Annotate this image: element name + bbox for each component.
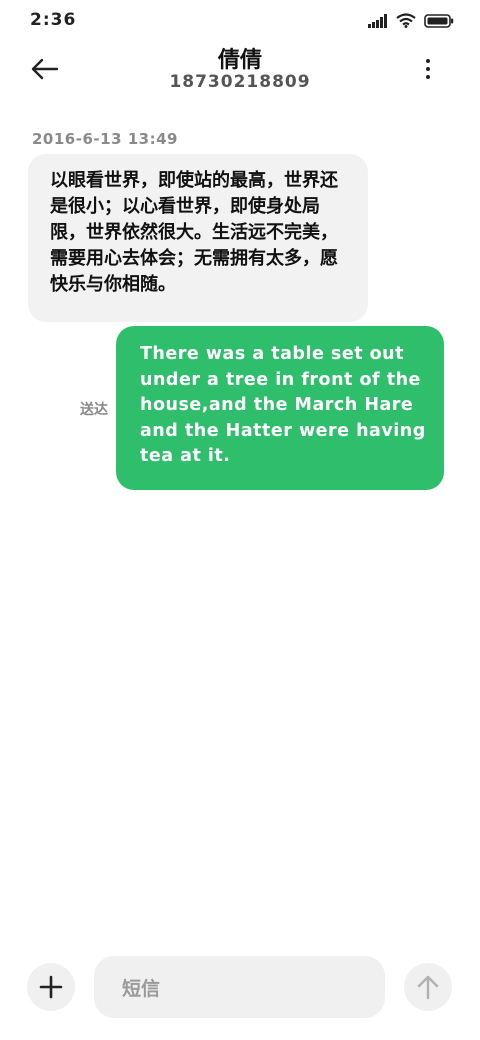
status-icons xyxy=(368,12,454,28)
plus-icon xyxy=(39,975,63,999)
message-timestamp: 2016-6-13 13:49 xyxy=(32,130,178,148)
status-time: 2:36 xyxy=(30,10,77,30)
add-attachment-button[interactable] xyxy=(27,963,75,1011)
signal-icon xyxy=(368,14,387,28)
send-button[interactable] xyxy=(404,963,452,1011)
contact-name: 倩倩 xyxy=(217,48,262,73)
conversation-header: 倩倩 18730218809 xyxy=(0,40,480,100)
contact-number: 18730218809 xyxy=(169,72,311,92)
outgoing-message-bubble[interactable]: There was a table set out under a tree i… xyxy=(116,326,444,490)
incoming-message-bubble[interactable]: 以眼看世界，即使站的最高，世界还是很小；以心看世界，即使身处局限，世界依然很大。… xyxy=(28,154,368,322)
up-arrow-icon xyxy=(417,975,439,1000)
battery-icon xyxy=(424,14,454,28)
more-dot-icon xyxy=(426,75,430,79)
more-dot-icon xyxy=(426,67,430,71)
status-bar: 2:36 xyxy=(0,0,480,40)
more-dot-icon xyxy=(426,59,430,63)
delivery-status: 送达 xyxy=(80,402,108,418)
message-input[interactable]: 短信 xyxy=(94,956,385,1018)
more-options-button[interactable] xyxy=(416,52,440,86)
wifi-icon xyxy=(396,13,416,28)
